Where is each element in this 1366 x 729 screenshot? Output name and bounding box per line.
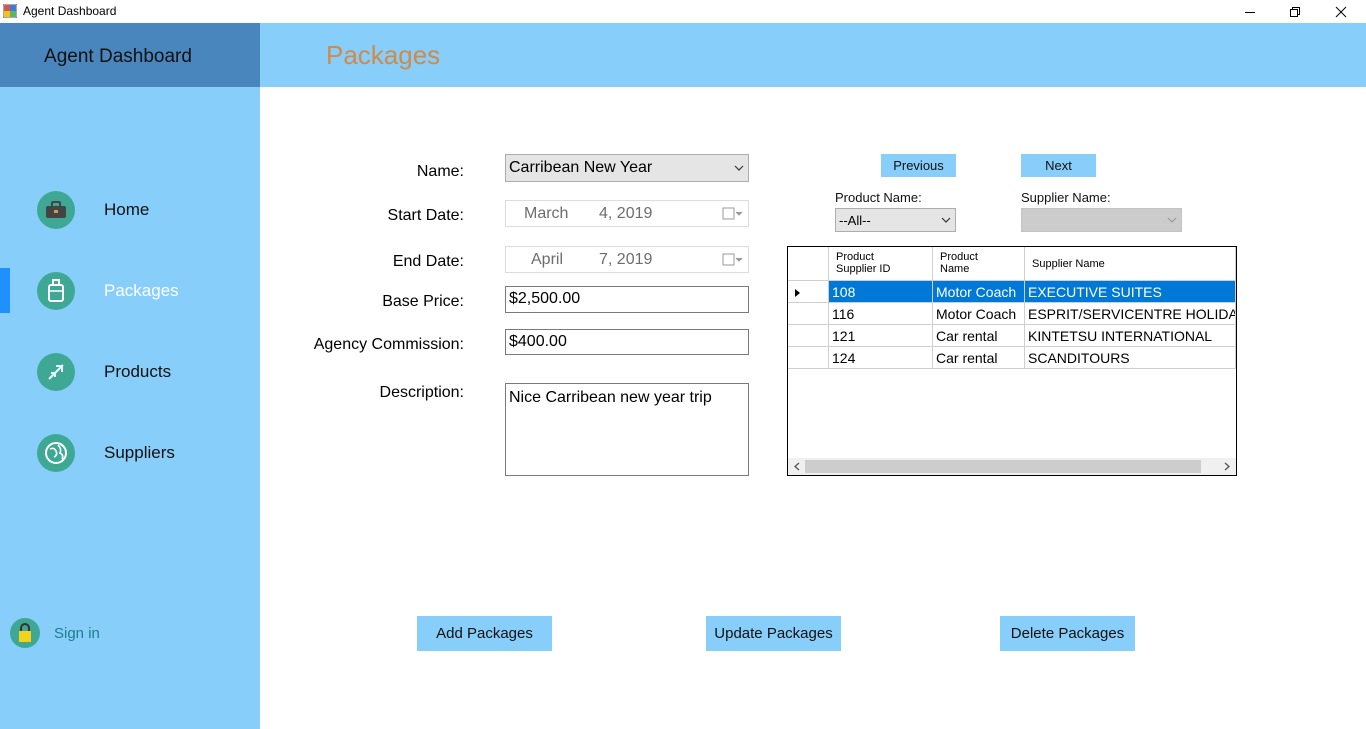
add-packages-button[interactable]: Add Packages xyxy=(417,616,552,651)
product-name-filter-value: --All-- xyxy=(839,212,871,228)
sidebar-item-home[interactable]: Home xyxy=(37,190,237,230)
description-label: Description: xyxy=(379,384,464,401)
scroll-left-icon[interactable] xyxy=(790,461,804,472)
restore-button[interactable] xyxy=(1272,0,1318,23)
minimize-icon xyxy=(1245,11,1255,13)
product-supplier-grid[interactable]: Product Supplier ID Product Name Supplie… xyxy=(787,246,1237,476)
base-price-input[interactable]: $2,500.00 xyxy=(505,286,749,313)
calendar-dropdown-icon[interactable] xyxy=(722,253,744,272)
agency-commission-input[interactable]: $400.00 xyxy=(505,329,749,355)
cell-product-supplier-id[interactable]: 108 xyxy=(829,281,933,303)
name-label: Name: xyxy=(416,163,464,180)
update-packages-button[interactable]: Update Packages xyxy=(706,616,841,651)
end-date-day-year: 7, 2019 xyxy=(599,251,653,268)
row-header[interactable] xyxy=(788,303,829,325)
agency-commission-label: Agency Commission: xyxy=(313,336,464,353)
cell-product-name[interactable]: Motor Coach xyxy=(933,303,1025,325)
description-textarea[interactable]: Nice Carribean new year trip xyxy=(505,383,749,476)
cell-supplier-name[interactable]: SCANDITOURS xyxy=(1025,347,1236,369)
horizontal-scrollbar[interactable] xyxy=(788,458,1236,475)
window-title: Agent Dashboard xyxy=(23,4,117,18)
table-row[interactable]: 124 Car rental SCANDITOURS xyxy=(788,347,1236,369)
sidebar-title: Agent Dashboard xyxy=(44,46,192,67)
start-date-label: Start Date: xyxy=(387,207,464,224)
start-date-month: March xyxy=(524,205,569,222)
header-line: Product xyxy=(836,251,874,263)
luggage-icon xyxy=(37,272,75,310)
cell-product-name[interactable]: Car rental xyxy=(933,325,1025,347)
cell-product-supplier-id[interactable]: 121 xyxy=(829,325,933,347)
cell-supplier-name[interactable]: EXECUTIVE SUITES xyxy=(1025,281,1236,303)
close-button[interactable] xyxy=(1318,0,1364,23)
sign-in-link[interactable]: Sign in xyxy=(10,617,160,649)
chevron-down-icon xyxy=(937,217,955,223)
cell-product-name[interactable]: Car rental xyxy=(933,347,1025,369)
base-price-label: Base Price: xyxy=(382,293,464,310)
table-row[interactable]: 121 Car rental KINTETSU INTERNATIONAL xyxy=(788,325,1236,347)
row-header[interactable] xyxy=(788,281,829,303)
cell-product-name[interactable]: Motor Coach xyxy=(933,281,1025,303)
row-header[interactable] xyxy=(788,347,829,369)
column-header-product-name[interactable]: Product Name xyxy=(933,247,1025,281)
product-name-filter-select[interactable]: --All-- xyxy=(835,208,956,232)
sidebar-item-label: Packages xyxy=(104,281,179,300)
name-select[interactable]: Carribean New Year xyxy=(505,154,749,182)
active-nav-marker xyxy=(0,268,10,313)
header-line: Supplier ID xyxy=(836,263,891,275)
grid-corner-header xyxy=(788,247,829,281)
table-row[interactable]: 108 Motor Coach EXECUTIVE SUITES xyxy=(788,281,1236,303)
previous-button[interactable]: Previous xyxy=(881,154,956,177)
page-title: Packages xyxy=(326,40,441,70)
start-date-day-year: 4, 2019 xyxy=(599,205,653,222)
calendar-dropdown-icon[interactable] xyxy=(722,207,744,226)
close-icon xyxy=(1335,6,1347,17)
end-date-picker[interactable]: April 7, 2019 xyxy=(505,246,749,273)
header-line: Supplier Name xyxy=(1032,258,1105,270)
briefcase-icon xyxy=(37,191,75,229)
airplane-icon xyxy=(37,353,75,391)
sidebar-item-packages[interactable]: Packages xyxy=(37,271,237,311)
sidebar-item-label: Home xyxy=(104,200,150,219)
column-header-product-supplier-id[interactable]: Product Supplier ID xyxy=(829,247,933,281)
sidebar-item-label: Suppliers xyxy=(104,443,175,462)
current-row-arrow-icon xyxy=(795,289,800,298)
delete-packages-button[interactable]: Delete Packages xyxy=(1000,616,1135,651)
title-bar xyxy=(0,0,1366,23)
table-row[interactable]: 116 Motor Coach ESPRIT/SERVICENTRE HOLID… xyxy=(788,303,1236,325)
end-date-label: End Date: xyxy=(392,253,464,270)
start-date-picker[interactable]: March 4, 2019 xyxy=(505,200,749,227)
cell-supplier-name[interactable]: ESPRIT/SERVICENTRE HOLIDAY xyxy=(1025,303,1236,325)
supplier-name-filter-select[interactable] xyxy=(1021,208,1182,232)
column-header-supplier-name[interactable]: Supplier Name xyxy=(1025,247,1236,281)
sign-in-label: Sign in xyxy=(54,624,100,642)
next-button[interactable]: Next xyxy=(1021,154,1096,177)
cell-product-supplier-id[interactable]: 124 xyxy=(829,347,933,369)
globe-icon xyxy=(37,434,75,472)
sidebar-item-products[interactable]: Products xyxy=(37,352,237,392)
supplier-name-filter-label: Supplier Name: xyxy=(1021,190,1111,205)
header-line: Product xyxy=(940,251,978,263)
cell-supplier-name[interactable]: KINTETSU INTERNATIONAL xyxy=(1025,325,1236,347)
end-date-month: April xyxy=(531,251,564,268)
minimize-button[interactable] xyxy=(1227,0,1273,23)
product-name-filter-label: Product Name: xyxy=(835,190,922,205)
scroll-right-icon[interactable] xyxy=(1220,461,1234,472)
app-icon xyxy=(2,3,18,19)
restore-icon xyxy=(1290,6,1300,17)
cell-product-supplier-id[interactable]: 116 xyxy=(829,303,933,325)
chevron-down-icon xyxy=(730,165,748,171)
scrollbar-thumb[interactable] xyxy=(805,460,1201,473)
sidebar-item-label: Products xyxy=(104,362,172,381)
padlock-icon xyxy=(10,618,40,648)
name-select-value: Carribean New Year xyxy=(509,159,653,176)
header-line: Name xyxy=(940,263,970,275)
chevron-down-icon xyxy=(1163,217,1181,223)
sidebar-item-suppliers[interactable]: Suppliers xyxy=(37,433,237,473)
row-header[interactable] xyxy=(788,325,829,347)
